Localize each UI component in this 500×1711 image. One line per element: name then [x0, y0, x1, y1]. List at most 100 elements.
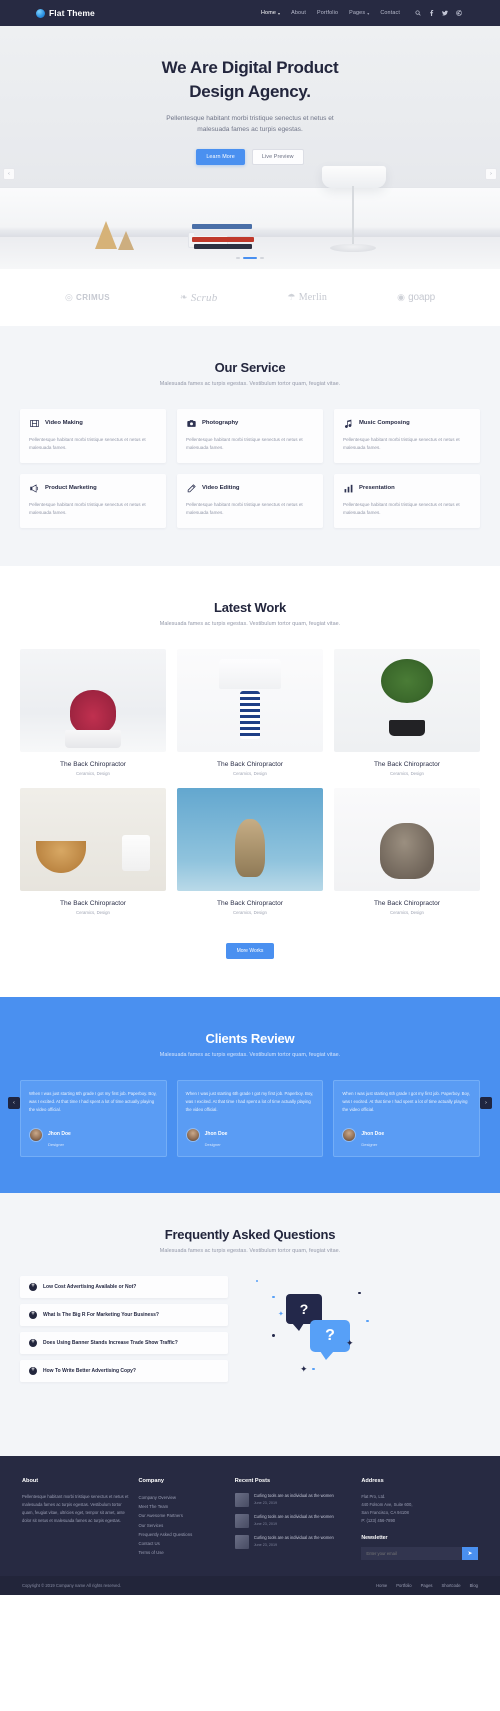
footer-link-meet-the-team[interactable]: Meet The Team	[139, 1502, 225, 1511]
nav-links: Home ▾ About Portfolio Pages ▾ Contact	[261, 10, 462, 16]
services-subtitle: Malesuada fames ac turpis egestas. Vesti…	[159, 381, 341, 387]
portfolio-item[interactable]: The Back Chiropractor Ceramics, Design	[177, 649, 323, 776]
portfolio-thumbnail[interactable]	[177, 649, 323, 753]
brand-name: Flat Theme	[49, 8, 95, 18]
nav-item-pages[interactable]: Pages ▾	[349, 10, 369, 16]
scrub-mark-icon: ❧	[180, 292, 188, 302]
hero-dot-3[interactable]	[260, 256, 264, 259]
portfolio-thumbnail[interactable]	[334, 649, 480, 753]
more-works-button[interactable]: More Works	[225, 943, 275, 960]
testimonial-text: When I was just starting 6th grade I got…	[185, 1091, 314, 1112]
recent-post-item[interactable]: Curling tools are as individual as the w…	[234, 1513, 352, 1528]
twitter-icon[interactable]	[442, 10, 448, 16]
newsletter-email-input[interactable]	[361, 1546, 462, 1560]
client-logo-goapp[interactable]: ◉ goapp	[397, 292, 435, 303]
testimonial-text: When I was just starting 6th grade I got…	[342, 1091, 470, 1112]
service-card-video-editing[interactable]: Video Editing Pellentesque habitant morb…	[177, 474, 323, 529]
service-card-music-composing[interactable]: Music Composing Pellentesque habitant mo…	[334, 409, 480, 464]
testimonial-author: Jhon Doe Designer	[29, 1122, 158, 1147]
faq-question: Does Using Banner Stands Increase Trade …	[43, 1339, 178, 1346]
portfolio-item[interactable]: The Back Chiropractor Ceramics, Design	[334, 788, 480, 915]
hero-dot-2[interactable]	[243, 256, 257, 259]
recent-post-item[interactable]: Curling tools are as individual as the w…	[234, 1534, 352, 1549]
nav-item-pages-label: Pages	[349, 10, 366, 16]
learn-more-button[interactable]: Learn More	[196, 149, 245, 165]
footer: About Pellentesque habitant morbi tristi…	[0, 1455, 500, 1576]
top-navbar: Flat Theme Home ▾ About Portfolio Pages …	[0, 0, 500, 26]
faq-item[interactable]: + Low Cost Advertising Available or Not?	[20, 1275, 228, 1298]
copyright-link-portfolio[interactable]: Portfolio	[396, 1583, 411, 1588]
sparkle-icon: ✦	[346, 1337, 354, 1348]
dot-decoration	[358, 1291, 361, 1295]
search-icon[interactable]	[415, 10, 421, 16]
client-logo-goapp-label: goapp	[408, 292, 435, 303]
client-logo-scrub[interactable]: ❧ Scrub	[180, 292, 217, 304]
service-text: Pellentesque habitant morbi tristique se…	[29, 502, 146, 516]
portfolio-item[interactable]: The Back Chiropractor Ceramics, Design	[177, 788, 323, 915]
copyright-link-shortcode[interactable]: Shortcode	[442, 1583, 461, 1588]
crimus-mark-icon: ◎	[64, 292, 74, 302]
faq-item[interactable]: + Does Using Banner Stands Increase Trad…	[20, 1331, 228, 1354]
service-name: Video Editing	[202, 485, 240, 492]
client-logo-crimus[interactable]: ◎ CRIMUS	[65, 292, 110, 303]
portfolio-thumbnail[interactable]	[334, 788, 480, 892]
service-text: Pellentesque habitant morbi tristique se…	[343, 502, 460, 516]
pen-icon	[186, 483, 196, 493]
faq-item[interactable]: + How To Write Better Advertising Copy?	[20, 1359, 228, 1382]
brand-logo-group[interactable]: Flat Theme	[36, 8, 95, 18]
portfolio-item-meta: Ceramics, Design	[390, 910, 424, 916]
facebook-icon[interactable]	[429, 10, 434, 16]
faq-section: Frequently Asked Questions Malesuada fam…	[0, 1192, 500, 1456]
footer-about-heading: About	[22, 1477, 39, 1484]
service-card-product-marketing[interactable]: Product Marketing Pellentesque habitant …	[20, 474, 166, 529]
footer-columns: About Pellentesque habitant morbi tristi…	[22, 1478, 478, 1560]
service-card-photography[interactable]: Photography Pellentesque habitant morbi …	[177, 409, 323, 464]
hero-dot-1[interactable]	[236, 256, 240, 259]
portfolio-thumbnail[interactable]	[20, 649, 166, 753]
service-card-video-making[interactable]: Video Making Pellentesque habitant morbi…	[20, 409, 166, 464]
recent-post-item[interactable]: Curling tools are as individual as the w…	[234, 1492, 352, 1507]
desk-lamp-base-prop	[330, 244, 376, 252]
copyright-link-home[interactable]: Home	[376, 1583, 387, 1588]
footer-link-partners[interactable]: Our Awesome Partners	[139, 1511, 225, 1520]
portfolio-item[interactable]: The Back Chiropractor Ceramics, Design	[20, 788, 166, 915]
portfolio-item[interactable]: The Back Chiropractor Ceramics, Design	[20, 649, 166, 776]
hero-next-arrow[interactable]: ›	[485, 168, 497, 180]
testimonial-name: Jhon Doe	[204, 1131, 228, 1138]
nav-item-contact[interactable]: Contact	[380, 10, 400, 16]
client-logo-merlin[interactable]: ☂ Merlin	[287, 292, 327, 303]
nav-item-portfolio[interactable]: Portfolio	[317, 10, 338, 16]
nav-item-home[interactable]: Home ▾	[261, 10, 280, 16]
post-thumbnail	[234, 1534, 249, 1549]
testimonials-prev-arrow[interactable]: ‹	[8, 1096, 20, 1109]
avatar	[342, 1127, 357, 1142]
faq-item[interactable]: + What Is The Big R For Marketing Your B…	[20, 1303, 228, 1326]
dribbble-icon[interactable]	[456, 10, 462, 16]
desk-lamp-shade-prop	[322, 166, 386, 188]
footer-link-company-overview[interactable]: Company Overview	[139, 1493, 225, 1502]
footer-link-our-services[interactable]: Our Services	[139, 1521, 225, 1530]
copyright-link-pages[interactable]: Pages	[421, 1583, 433, 1588]
newsletter-heading: Newsletter	[361, 1534, 388, 1541]
portfolio-thumbnail[interactable]	[177, 788, 323, 892]
newsletter-submit-button[interactable]: ➤	[462, 1546, 478, 1560]
footer-link-terms-of-use[interactable]: Terms of Use	[139, 1548, 225, 1557]
testimonial-card: When I was just starting 6th grade I got…	[20, 1080, 167, 1157]
portfolio-item[interactable]: The Back Chiropractor Ceramics, Design	[334, 649, 480, 776]
footer-link-faq[interactable]: Frequently Asked Questions	[139, 1530, 225, 1539]
testimonials-next-arrow[interactable]: ›	[480, 1096, 492, 1109]
hero-title-line-1: We Are Digital Product	[161, 58, 339, 77]
sparkle-icon: ✦	[300, 1363, 308, 1374]
footer-link-contact-us[interactable]: Contact Us	[139, 1539, 225, 1548]
service-name: Presentation	[359, 485, 395, 492]
nav-item-about[interactable]: About	[291, 10, 306, 16]
service-name: Music Composing	[359, 420, 410, 426]
service-card-presentation[interactable]: Presentation Pellentesque habitant morbi…	[334, 474, 480, 529]
copyright-link-blog[interactable]: Blog	[470, 1583, 478, 1588]
hero-prev-arrow[interactable]: ‹	[3, 168, 15, 180]
portfolio-thumbnail[interactable]	[20, 788, 166, 892]
live-preview-button[interactable]: Live Preview	[251, 149, 304, 165]
hero-buttons: Learn More Live Preview	[0, 149, 500, 165]
post-date: June 23, 2019	[253, 1543, 278, 1548]
chevron-down-icon: ▾	[277, 10, 281, 16]
